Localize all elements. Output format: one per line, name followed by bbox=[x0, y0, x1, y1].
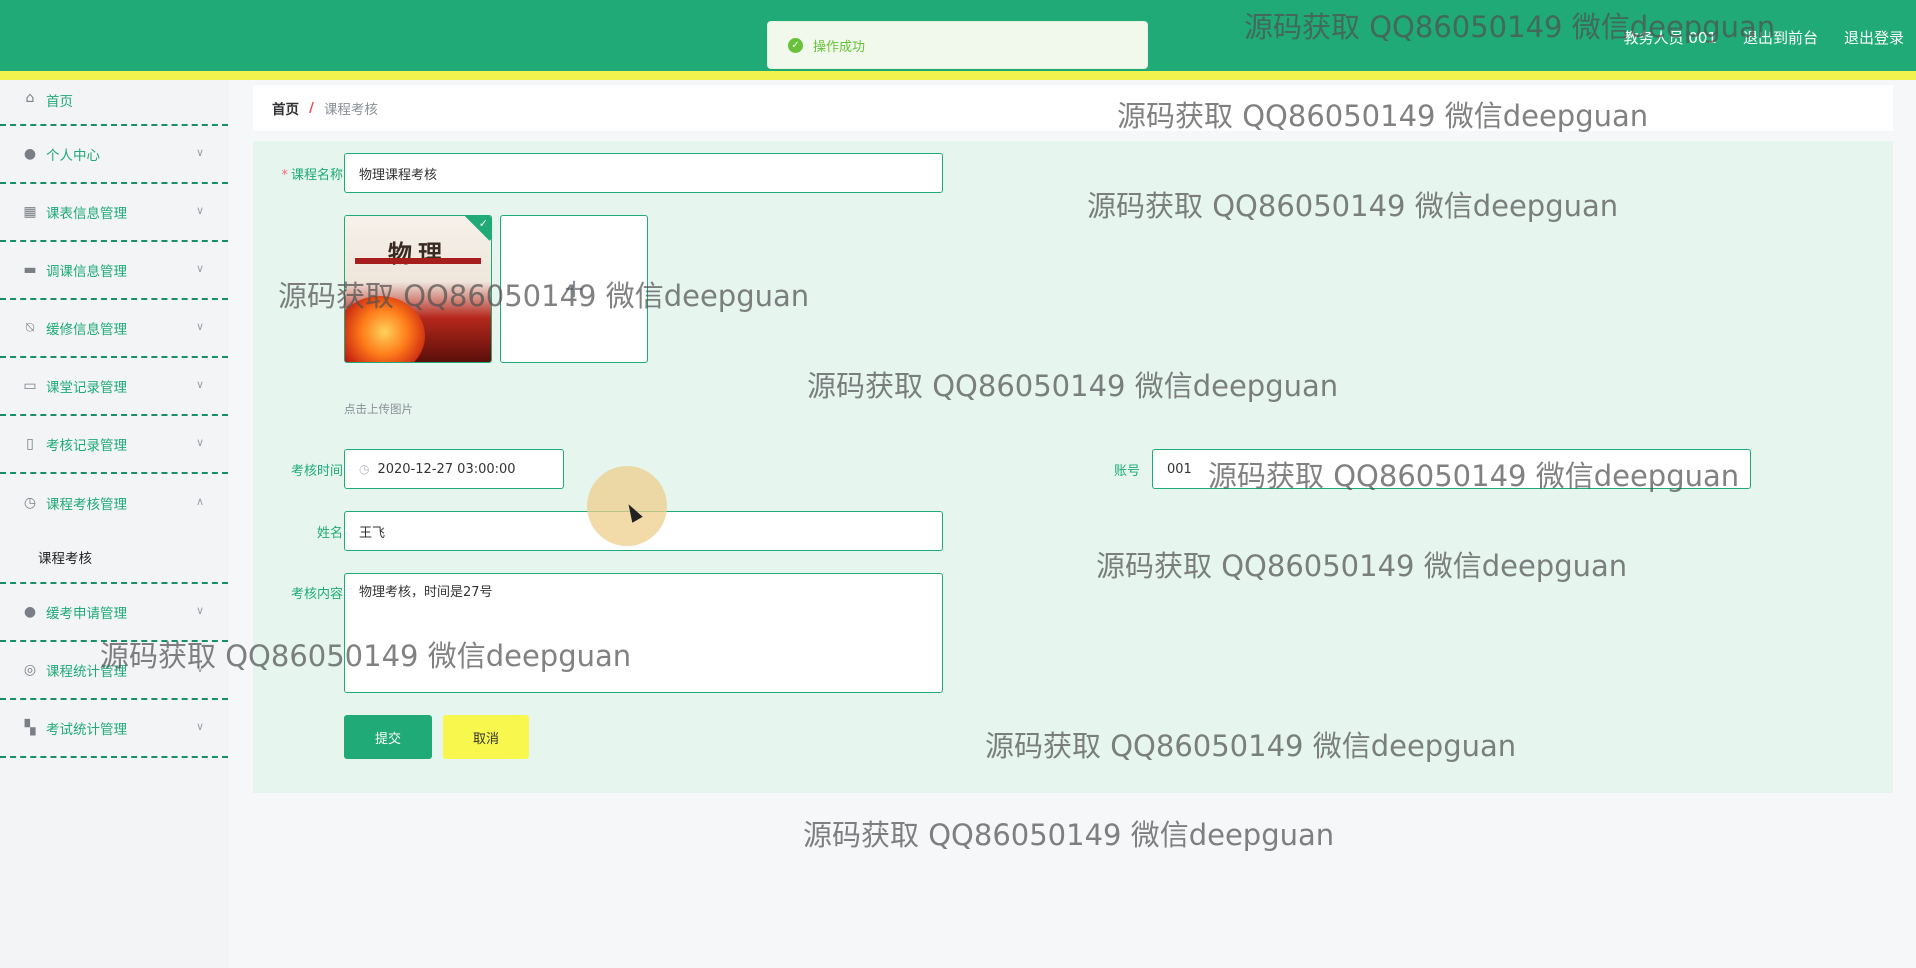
clock-icon: ◷ bbox=[23, 495, 37, 511]
phone-icon: ▯ bbox=[26, 436, 34, 452]
content-value: 物理考核，时间是27号 bbox=[359, 585, 493, 600]
chevron-up-icon: ∧ bbox=[195, 495, 204, 509]
dashboard-icon: ▚ bbox=[24, 720, 36, 736]
book-cover-sun bbox=[345, 296, 425, 362]
submenu-item-course-assessment[interactable]: 课程考核 bbox=[0, 532, 228, 584]
sidebar-item-label: 考核记录管理 bbox=[46, 438, 127, 454]
image-upload-box[interactable]: + bbox=[500, 215, 648, 363]
sidebar-item-course-stats[interactable]: ◎ 课程统计管理 ∨ bbox=[0, 642, 228, 700]
sidebar-item-deferred-exam[interactable]: ● 缓考申请管理 ∨ bbox=[0, 584, 228, 642]
sidebar-item-class-record[interactable]: ▭ 课堂记录管理 ∨ bbox=[0, 358, 228, 416]
check-circle-icon: ✓ bbox=[788, 37, 803, 53]
book-cover-image: 物理 bbox=[345, 216, 491, 362]
sidebar-item-label: 首页 bbox=[46, 94, 73, 110]
content-textarea[interactable]: 物理考核，时间是27号 bbox=[344, 573, 943, 693]
uploaded-image-thumbnail[interactable]: 物理 ✓ bbox=[344, 215, 492, 363]
user-icon: ● bbox=[23, 604, 37, 620]
header-accent-stripe bbox=[0, 71, 1916, 80]
content-label: 考核内容 bbox=[290, 587, 343, 602]
breadcrumb-current: 课程考核 bbox=[323, 102, 378, 118]
chevron-down-icon: ∨ bbox=[195, 146, 204, 160]
breadcrumb-home[interactable]: 首页 bbox=[272, 98, 299, 118]
front-page-link[interactable]: 退出到前台 bbox=[1743, 27, 1818, 48]
book-cover-band bbox=[355, 258, 481, 264]
check-icon: ✓ bbox=[478, 217, 488, 230]
breadcrumb-separator: / bbox=[309, 100, 314, 116]
assessment-form: * 课程名称 物理课程考核 物理 ✓ + 点击上传图片 考核时间 ◷ 2020-1… bbox=[253, 141, 1893, 793]
account-value: 001 bbox=[1167, 461, 1192, 477]
sidebar-item-label: 缓修信息管理 bbox=[46, 322, 127, 338]
sidebar-item-course-assessment[interactable]: ◷ 课程考核管理 ∧ bbox=[0, 474, 228, 532]
upload-hint: 点击上传图片 bbox=[344, 402, 413, 416]
sidebar-item-label: 个人中心 bbox=[46, 148, 100, 164]
sidebar-item-deferred-study[interactable]: ⍉ 缓修信息管理 ∨ bbox=[0, 300, 228, 358]
chevron-down-icon: ∨ bbox=[195, 436, 204, 450]
sidebar-item-personal-center[interactable]: ● 个人中心 ∨ bbox=[0, 126, 228, 184]
toast-message: 操作成功 bbox=[813, 39, 866, 55]
exam-time-label: 考核时间 bbox=[290, 464, 343, 479]
home-icon: ⌂ bbox=[25, 90, 35, 106]
chevron-down-icon: ∨ bbox=[195, 262, 204, 276]
success-toast: ✓ 操作成功 bbox=[767, 21, 1148, 69]
bell-off-icon: ⍉ bbox=[25, 320, 35, 336]
sidebar: ⌂ 首页 ● 个人中心 ∨ ▦ 课表信息管理 ∨ ▬ 调课信息管理 ∨ ⍉ 缓修… bbox=[0, 80, 228, 968]
sidebar-item-label: 课程统计管理 bbox=[46, 664, 127, 680]
header-user-area: 教务人员 001 退出到前台 退出登录 bbox=[1624, 26, 1904, 48]
course-name-input[interactable]: 物理课程考核 bbox=[344, 153, 943, 193]
sidebar-item-exam-stats[interactable]: ▚ 考试统计管理 ∨ bbox=[0, 700, 228, 758]
chevron-down-icon: ∨ bbox=[195, 720, 204, 734]
chevron-down-icon: ∨ bbox=[195, 204, 204, 218]
chevron-down-icon: ∨ bbox=[195, 604, 204, 618]
exam-time-value: 2020-12-27 03:00:00 bbox=[377, 461, 516, 477]
account-input[interactable]: 001 bbox=[1152, 449, 1751, 489]
name-label: 姓名 bbox=[316, 526, 343, 541]
sidebar-item-home[interactable]: ⌂ 首页 bbox=[0, 80, 228, 126]
monitor-icon: ▭ bbox=[23, 378, 37, 394]
sidebar-item-label: 调课信息管理 bbox=[46, 264, 127, 280]
current-user-label: 教务人员 001 bbox=[1623, 28, 1717, 47]
compass-icon: ◎ bbox=[23, 662, 37, 678]
plus-icon: + bbox=[563, 274, 585, 304]
watermark: 源码获取 QQ86050149 微信deepguan bbox=[803, 818, 1335, 852]
exam-time-picker[interactable]: ◷ 2020-12-27 03:00:00 bbox=[344, 449, 564, 489]
account-label: 账号 bbox=[1113, 464, 1140, 479]
clock-icon: ◷ bbox=[359, 462, 370, 476]
logout-link[interactable]: 退出登录 bbox=[1844, 27, 1904, 48]
course-name-label: * 课程名称 bbox=[281, 168, 343, 183]
sidebar-item-label: 考试统计管理 bbox=[46, 722, 127, 738]
sidebar-item-course-adjust[interactable]: ▬ 调课信息管理 ∨ bbox=[0, 242, 228, 300]
name-value: 王飞 bbox=[359, 525, 386, 541]
grid-icon: ▦ bbox=[23, 204, 37, 220]
chevron-down-icon: ∨ bbox=[195, 320, 204, 334]
submenu-item-label: 课程考核 bbox=[38, 551, 92, 567]
sidebar-item-label: 缓考申请管理 bbox=[46, 606, 127, 622]
sidebar-item-label: 课程考核管理 bbox=[46, 497, 127, 513]
chevron-down-icon: ∨ bbox=[195, 662, 204, 676]
breadcrumb: 首页 / 课程考核 bbox=[253, 85, 1893, 131]
course-name-value: 物理课程考核 bbox=[359, 167, 438, 183]
user-icon: ● bbox=[23, 146, 37, 162]
sidebar-item-assessment-record[interactable]: ▯ 考核记录管理 ∨ bbox=[0, 416, 228, 474]
cancel-button[interactable]: 取消 bbox=[443, 715, 529, 759]
chevron-down-icon: ∨ bbox=[195, 378, 204, 392]
briefcase-icon: ▬ bbox=[23, 262, 37, 278]
sidebar-item-schedule[interactable]: ▦ 课表信息管理 ∨ bbox=[0, 184, 228, 242]
submit-button[interactable]: 提交 bbox=[344, 715, 432, 759]
sidebar-item-label: 课表信息管理 bbox=[46, 206, 127, 222]
sidebar-item-label: 课堂记录管理 bbox=[46, 380, 127, 396]
